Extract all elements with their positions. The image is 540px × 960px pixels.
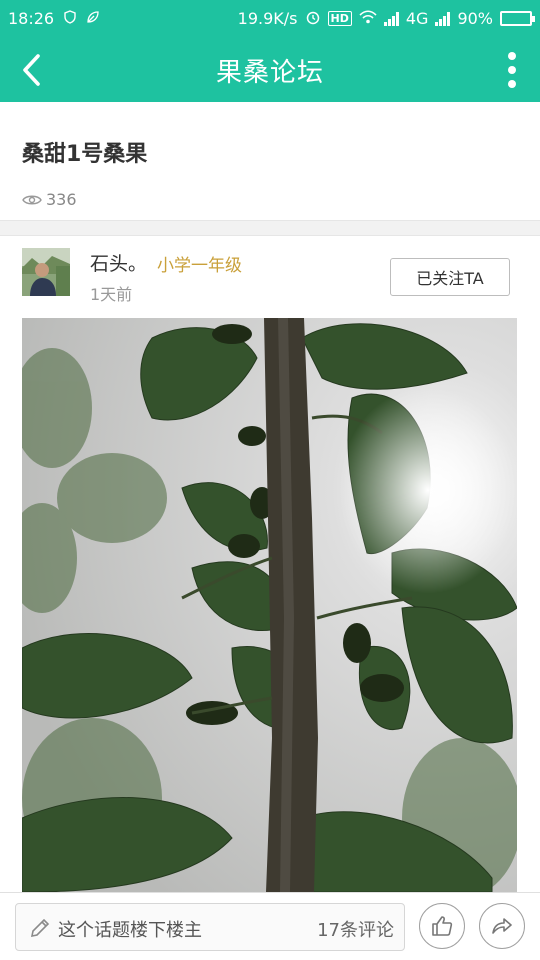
view-count-value: 336 xyxy=(46,190,77,209)
author-name[interactable]: 石头。 xyxy=(90,249,147,276)
thumbs-up-icon xyxy=(432,916,453,936)
view-count: 336 xyxy=(22,190,77,209)
eye-icon xyxy=(22,195,42,204)
battery-icon xyxy=(500,11,535,26)
section-divider xyxy=(0,220,540,236)
pencil-icon xyxy=(30,918,50,938)
post-title: 桑甜1号桑果 xyxy=(22,142,148,167)
post-image[interactable] xyxy=(22,318,517,892)
share-button[interactable] xyxy=(479,903,525,949)
hd-badge: HD xyxy=(327,11,352,26)
comment-count[interactable]: 17条评论 xyxy=(317,916,394,942)
post-time: 1天前 xyxy=(90,285,133,304)
app-bar: 果桑论坛 xyxy=(0,38,540,102)
comment-placeholder: 这个话题楼下楼主 xyxy=(58,920,202,941)
more-vertical-icon[interactable] xyxy=(504,50,520,90)
signal-icon-2 xyxy=(435,11,451,26)
avatar[interactable] xyxy=(22,248,70,296)
wifi-icon xyxy=(359,10,377,27)
alarm-icon xyxy=(305,9,321,28)
comment-input[interactable]: 这个话题楼下楼主 17条评论 xyxy=(15,903,405,951)
signal-icon xyxy=(383,11,399,26)
follow-button[interactable]: 已关注TA xyxy=(390,258,510,296)
status-time: 18:26 xyxy=(8,9,55,28)
network-speed: 19.9K/s xyxy=(237,9,298,28)
shield-icon xyxy=(64,10,76,27)
status-bar: 18:26 19.9K/s HD 4G 90% xyxy=(0,0,540,38)
leaf-icon xyxy=(86,10,100,27)
page-title: 果桑论坛 xyxy=(215,58,324,88)
author-level-badge: 小学一年级 xyxy=(157,256,242,276)
battery-percent: 90% xyxy=(457,9,493,28)
like-button[interactable] xyxy=(419,903,465,949)
bottom-bar: 这个话题楼下楼主 17条评论 xyxy=(0,892,540,960)
share-icon xyxy=(492,918,512,934)
network-type: 4G xyxy=(405,9,429,28)
